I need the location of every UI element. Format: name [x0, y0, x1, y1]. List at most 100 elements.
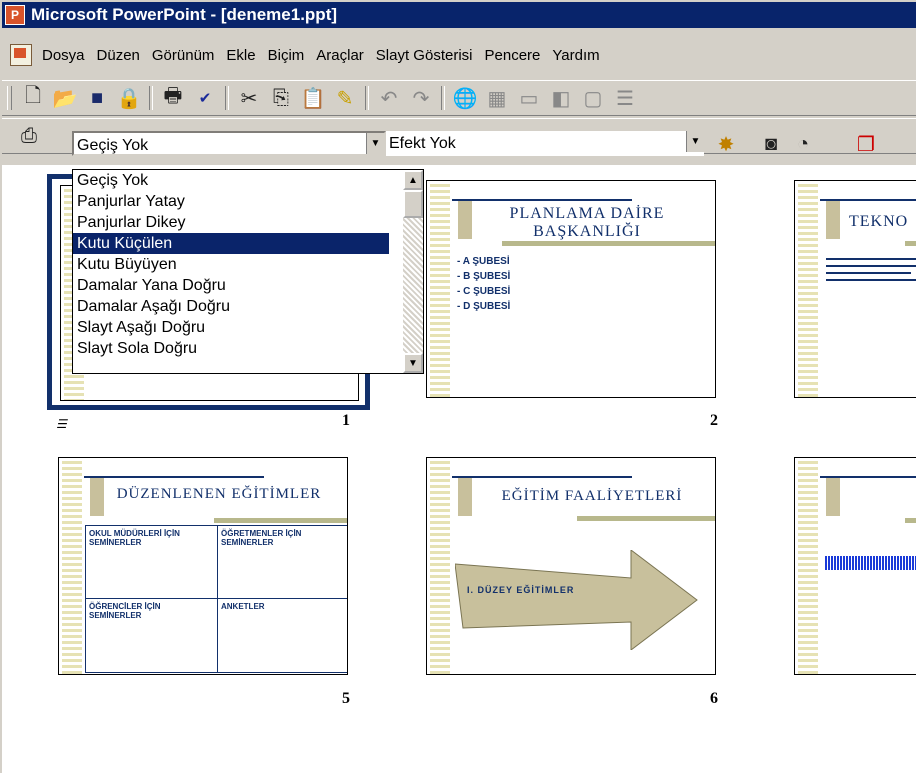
menu-bar: Dosya Düzen Görünüm Ekle Biçim Araçlar S… [2, 38, 916, 72]
slide-2-thumbnail[interactable]: PLANLAMA DAİRE BAŞKANLIĞI - A ŞUBESİ - B… [426, 180, 716, 398]
scroll-up-icon[interactable]: ▲ [403, 170, 423, 190]
slide-bar [905, 241, 916, 246]
cut-icon[interactable]: ✂ [236, 85, 262, 111]
slide-title: DÜZENLENEN EĞİTİMLER [116, 486, 322, 502]
new-icon[interactable]: 🗋 [20, 85, 46, 111]
spellcheck-icon[interactable]: ✔ [192, 85, 218, 111]
chevron-down-icon[interactable]: ▼ [686, 131, 704, 152]
transition-option[interactable]: Slayt Sola Doğru [73, 338, 389, 359]
menu-edit[interactable]: Düzen [91, 47, 146, 64]
slide-accent-block [826, 201, 840, 239]
title-bar[interactable]: P Microsoft PowerPoint - [deneme1.ppt] [2, 2, 916, 28]
transition-option[interactable]: Kutu Büyüyen [73, 254, 389, 275]
slide-accent-block [458, 478, 472, 516]
powerpoint-app-icon[interactable]: P [5, 5, 25, 25]
transition-icon[interactable]: ⎙ [16, 123, 42, 149]
slide-number: 2 [710, 412, 718, 429]
toolbar-separator [365, 86, 369, 110]
slide-3-thumbnail[interactable]: TEKNO [794, 180, 916, 398]
lock-icon[interactable]: 🔒 [116, 85, 142, 111]
menu-window[interactable]: Pencere [479, 47, 547, 64]
slide-rule [820, 199, 916, 201]
slide-rule [452, 476, 632, 478]
copy-icon[interactable]: ⎘ [268, 85, 294, 111]
transition-option-highlighted[interactable]: Kutu Küçülen [73, 233, 389, 254]
hyperlink-icon[interactable]: 🌐 [452, 85, 478, 111]
format-painter-icon[interactable]: ✎ [332, 85, 358, 111]
bullet-item: - C ŞUBESİ [457, 286, 511, 297]
slide-7-thumbnail[interactable] [794, 457, 916, 675]
menu-format[interactable]: Biçim [262, 47, 311, 64]
toolbar-grip[interactable] [7, 86, 12, 110]
menu-insert[interactable]: Ekle [220, 47, 261, 64]
bullet-item: - D ŞUBESİ [457, 301, 511, 312]
transition-indicator-icon[interactable]: ☰ [56, 417, 67, 431]
summary-slide-icon[interactable]: ❐ [853, 131, 879, 157]
slide-title: PLANLAMA DAİRE BAŞKANLIĞI [487, 205, 687, 241]
powerpoint-window: P Microsoft PowerPoint - [deneme1.ppt] D… [0, 0, 916, 773]
hide-slide-icon[interactable]: ◙ [758, 131, 784, 157]
insert-clipart-icon[interactable]: ◧ [548, 85, 574, 111]
animation-effects-icon[interactable]: ✸ [713, 131, 739, 157]
slide-title-line: BAŞKANLIĞI [533, 223, 641, 240]
transition-option[interactable]: Panjurlar Dikey [73, 212, 389, 233]
table-cell: OKUL MÜDÜRLERİ İÇİN SEMİNERLER [86, 526, 218, 599]
save-icon[interactable]: ■ [84, 85, 110, 111]
transition-option[interactable]: Damalar Aşağı Doğru [73, 296, 389, 317]
table-cell: ÖĞRETMENLER İÇİN SEMİNERLER [218, 526, 347, 599]
expand-slide-icon[interactable]: ☰ [612, 85, 638, 111]
slide-5-thumbnail[interactable]: DÜZENLENEN EĞİTİMLER OKUL MÜDÜRLERİ İÇİN… [58, 457, 348, 675]
insert-table-icon[interactable]: ▦ [484, 85, 510, 111]
bullet-item: - A ŞUBESİ [457, 256, 510, 267]
slide-wordart [825, 556, 916, 570]
insert-chart-icon[interactable]: ▭ [516, 85, 542, 111]
slide-6-thumbnail[interactable]: EĞİTİM FAALİYETLERİ I. DÜZEY EĞİTİMLER [426, 457, 716, 675]
open-icon[interactable]: 📂 [52, 85, 78, 111]
slide-accent-block [826, 478, 840, 516]
transition-option[interactable]: Slayt Aşağı Doğru [73, 317, 389, 338]
scroll-down-icon[interactable]: ▼ [403, 353, 423, 373]
document-menu-icon[interactable] [10, 44, 32, 66]
toolbar-separator [225, 86, 229, 110]
slide-stripes [798, 181, 818, 397]
undo-icon[interactable]: ↶ [376, 85, 402, 111]
new-slide-icon[interactable]: ▢ [580, 85, 606, 111]
transition-option[interactable]: Panjurlar Yatay [73, 191, 389, 212]
menu-help[interactable]: Yardım [546, 47, 605, 64]
slide-number: 6 [710, 690, 718, 707]
bullet-item: - B ŞUBESİ [457, 271, 511, 282]
table-cell: ANKETLER [221, 602, 265, 611]
slide-rule [84, 476, 264, 478]
arrow-label: I. DÜZEY EĞİTİMLER [467, 585, 575, 595]
redo-icon[interactable]: ↷ [408, 85, 434, 111]
slide-bar [502, 241, 715, 246]
arrow-shape [455, 550, 698, 650]
slide-bullets: - A ŞUBESİ - B ŞUBESİ - C ŞUBESİ - D ŞUB… [457, 254, 510, 314]
chevron-down-icon[interactable]: ▼ [366, 133, 384, 154]
toolbar-separator [149, 86, 153, 110]
menu-slideshow[interactable]: Slayt Gösterisi [370, 47, 479, 64]
slide-bar [577, 516, 715, 521]
slide-bullet-lines [826, 253, 916, 286]
print-icon[interactable]: 🖶 [160, 85, 186, 111]
transition-select[interactable]: Geçiş Yok ▼ [72, 131, 386, 156]
menu-file[interactable]: Dosya [36, 47, 91, 64]
dropdown-scrollbar[interactable]: ▲ ▼ [403, 170, 423, 373]
effect-select[interactable]: Efekt Yok ▼ [386, 131, 704, 156]
paste-icon[interactable]: 📋 [300, 85, 326, 111]
slide-title: EĞİTİM FAALİYETLERİ [501, 488, 683, 504]
rehearse-timings-icon[interactable]: ◔ [790, 131, 816, 157]
scroll-thumb[interactable] [403, 190, 423, 218]
slide-table: OKUL MÜDÜRLERİ İÇİN SEMİNERLER ÖĞRETMENL… [85, 525, 347, 673]
slide-title-line: PLANLAMA DAİRE [509, 205, 665, 222]
slide-bar [905, 518, 916, 523]
slide-number: 5 [342, 690, 350, 707]
table-cell: ÖĞRENCİLER İÇİN SEMİNERLER [86, 599, 218, 672]
slide-accent-block [458, 201, 472, 239]
transition-option[interactable]: Damalar Yana Doğru [73, 275, 389, 296]
menu-view[interactable]: Görünüm [146, 47, 221, 64]
transition-option[interactable]: Geçiş Yok [73, 170, 389, 191]
slide-bar [214, 518, 347, 523]
menu-tools[interactable]: Araçlar [310, 47, 370, 64]
slide-stripes [430, 181, 450, 397]
